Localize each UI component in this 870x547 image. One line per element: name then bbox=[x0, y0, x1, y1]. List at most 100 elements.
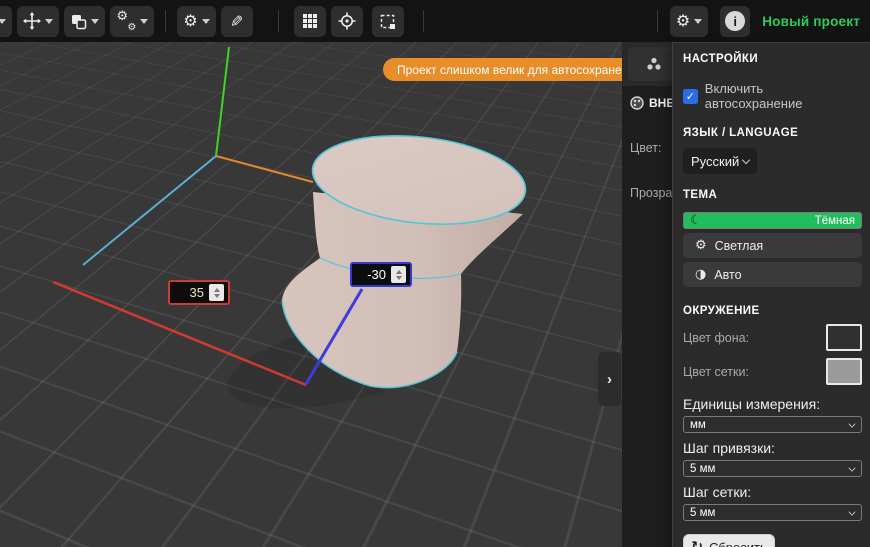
bg-color-label: Цвет фона: bbox=[683, 331, 749, 345]
viewport-3d[interactable]: Проект слишком велик для автосохранения … bbox=[0, 42, 622, 547]
grid-toggle-button[interactable] bbox=[294, 6, 326, 37]
move-tool-button[interactable] bbox=[17, 6, 59, 37]
duplicate-tool-button[interactable] bbox=[64, 6, 105, 37]
properties-sidebar: ВНЕШНИЙ ВИД Цвет: Прозрачность: bbox=[622, 42, 672, 547]
app-settings-button[interactable]: ⚙ bbox=[670, 6, 708, 37]
step-up-icon[interactable] bbox=[214, 288, 220, 292]
autosave-label: Включить автосохранение bbox=[705, 81, 862, 111]
autosave-warning-toast: Проект слишком велик для автосохранения bbox=[383, 58, 622, 81]
tab-structure[interactable] bbox=[628, 47, 672, 81]
grid-color-row: Цвет сетки: bbox=[683, 358, 862, 385]
units-label: Единицы измерения: bbox=[683, 396, 862, 412]
top-toolbar: ⚙ ⚙⚙ bbox=[0, 0, 870, 42]
units-select[interactable]: мм bbox=[683, 416, 862, 433]
grid-color-label: Цвет сетки: bbox=[683, 365, 749, 379]
operations-tool-button[interactable]: ⚙⚙ bbox=[110, 6, 154, 37]
dimension-input-x[interactable]: 35 bbox=[168, 280, 230, 305]
sun-gear-icon: ⚙ bbox=[695, 239, 707, 252]
theme-header: ТЕМА bbox=[683, 189, 862, 201]
chevron-down-icon bbox=[202, 19, 210, 24]
snap-value: 5 мм bbox=[690, 463, 715, 475]
shapes-cluster-icon bbox=[646, 57, 662, 71]
language-header: ЯЗЫК / LANGUAGE bbox=[683, 127, 862, 139]
chevron-down-icon bbox=[694, 19, 702, 24]
sidebar-tab-bar bbox=[622, 42, 672, 86]
grid-icon bbox=[302, 13, 318, 29]
axes-gizmo bbox=[83, 47, 313, 265]
reset-button[interactable]: ↻ Сбросить bbox=[683, 534, 775, 547]
appearance-header: ВНЕШНИЙ ВИД bbox=[649, 96, 672, 110]
move-icon bbox=[23, 12, 41, 30]
palette-icon bbox=[630, 96, 644, 110]
toolbar-separator bbox=[278, 10, 279, 32]
target-icon bbox=[338, 12, 356, 30]
theme-label: Тёмная bbox=[815, 215, 855, 227]
refresh-icon: ↻ bbox=[691, 539, 703, 547]
step-down-icon[interactable] bbox=[396, 276, 402, 280]
chevron-down-icon bbox=[140, 19, 148, 24]
bg-color-row: Цвет фона: bbox=[683, 324, 862, 351]
opacity-label: Прозрачность: bbox=[630, 186, 672, 200]
scene-overlay bbox=[0, 42, 622, 547]
units-value: мм bbox=[690, 419, 706, 431]
settings-panel: НАСТРОЙКИ ✓ Включить автосохранение ЯЗЫК… bbox=[672, 42, 870, 547]
toolbar-separator bbox=[657, 10, 658, 32]
snap-select[interactable]: 5 мм bbox=[683, 460, 862, 477]
contrast-icon: ◑ bbox=[695, 268, 706, 281]
step-up-icon[interactable] bbox=[396, 270, 402, 274]
app-window: ⚙ ⚙⚙ bbox=[0, 0, 870, 547]
moon-icon: ☾ bbox=[690, 214, 702, 227]
settings-tool-button[interactable]: ⚙ bbox=[177, 6, 215, 37]
language-value: Русский bbox=[691, 154, 739, 169]
settings-title: НАСТРОЙКИ bbox=[683, 53, 862, 65]
toolbar-separator bbox=[423, 10, 424, 32]
panel-expand-handle[interactable]: › bbox=[598, 352, 621, 406]
new-project-link[interactable]: Новый проект bbox=[762, 14, 860, 29]
selection-area-button[interactable] bbox=[372, 6, 404, 37]
theme-option-light[interactable]: ⚙ Светлая bbox=[683, 233, 862, 258]
chevron-down-icon bbox=[848, 464, 855, 471]
dimension-y-value[interactable]: -30 bbox=[367, 267, 386, 282]
dimension-input-y[interactable]: -30 bbox=[350, 262, 412, 287]
snap-label: Шаг привязки: bbox=[683, 440, 862, 456]
stepper-y[interactable] bbox=[391, 266, 406, 283]
environment-header: ОКРУЖЕНИЕ bbox=[683, 305, 862, 317]
stepper-x[interactable] bbox=[209, 284, 224, 301]
chevron-down-icon bbox=[848, 420, 855, 427]
color-row: Цвет: bbox=[630, 141, 661, 155]
reset-label: Сбросить bbox=[709, 540, 767, 547]
autosave-checkbox[interactable]: ✓ bbox=[683, 89, 698, 104]
cutoff-tool-button[interactable]: ⚙ bbox=[0, 6, 12, 37]
toolbar-left-group: ⚙ ⚙⚙ bbox=[0, 0, 424, 42]
snap-target-button[interactable] bbox=[331, 6, 363, 37]
duplicate-icon bbox=[70, 13, 87, 30]
theme-label: Светлая bbox=[715, 239, 764, 253]
color-label: Цвет: bbox=[630, 141, 661, 155]
language-select[interactable]: Русский bbox=[683, 148, 757, 174]
theme-options: ☾ Тёмная ⚙ Светлая ◑ Авто bbox=[683, 208, 862, 287]
edit-tool-button[interactable]: ✎ bbox=[221, 6, 253, 37]
gear-icon: ⚙ bbox=[183, 13, 197, 29]
chevron-down-icon bbox=[45, 19, 53, 24]
pencil-icon: ✎ bbox=[230, 12, 243, 31]
chevron-down-icon bbox=[0, 19, 6, 24]
info-icon: i bbox=[725, 11, 745, 31]
theme-option-dark[interactable]: ☾ Тёмная bbox=[683, 212, 862, 229]
selection-rect-icon bbox=[379, 13, 396, 30]
toolbar-separator bbox=[165, 10, 166, 32]
chevron-down-icon bbox=[91, 19, 99, 24]
toolbar-right-group: ⚙ i Новый проект bbox=[657, 0, 870, 42]
step-down-icon[interactable] bbox=[214, 294, 220, 298]
theme-option-auto[interactable]: ◑ Авто bbox=[683, 262, 862, 287]
model-object[interactable] bbox=[282, 126, 530, 388]
grid-step-select[interactable]: 5 мм bbox=[683, 504, 862, 521]
opacity-row: Прозрачность: bbox=[630, 186, 672, 200]
dimension-x-value[interactable]: 35 bbox=[190, 285, 204, 300]
gears-icon: ⚙⚙ bbox=[116, 12, 136, 30]
grid-color-swatch[interactable] bbox=[826, 358, 862, 385]
info-button[interactable]: i bbox=[720, 6, 750, 37]
chevron-down-icon bbox=[848, 508, 855, 515]
grid-step-label: Шаг сетки: bbox=[683, 484, 862, 500]
theme-label: Авто bbox=[714, 268, 741, 282]
bg-color-swatch[interactable] bbox=[826, 324, 862, 351]
